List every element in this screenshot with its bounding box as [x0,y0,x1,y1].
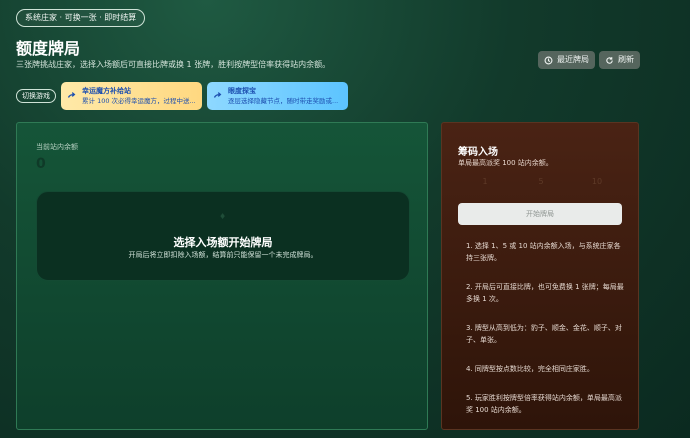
status-pill: 系统庄家 · 可换一张 · 即时结算 [16,9,146,27]
rule-item: 1. 选择 1、5 或 10 站内余额入场，与系统庄家各持三张牌。 [466,242,621,262]
game-card-desc: 累计 100 次必得幸运魔方，过程中送... [82,97,196,105]
page-subtitle: 三张牌挑战庄家，选择入场额后可直接比牌或换 1 张牌，胜利按牌型倍率获得站内余额… [16,60,331,69]
chip-option-10[interactable]: 10 [582,175,612,189]
game-card-title: 幸运魔方补给站 [82,87,131,95]
table-desc: 开局后将立即扣除入场额，结算前只能保留一个未完成牌局。 [128,251,318,259]
chip-option-1[interactable]: 1 [470,175,500,189]
card-table: ♦ 选择入场额开始牌局 开局后将立即扣除入场额，结算前只能保留一个未完成牌局。 [36,191,410,281]
page-title: 额度牌局 [16,39,81,58]
rules-list: 1. 选择 1、5 或 10 站内余额入场，与系统庄家各持三张牌。 2. 开局后… [466,240,626,433]
switch-game-button[interactable]: 切换游戏 [16,89,56,103]
rule-item: 2. 开局后可直接比牌，也可免费换 1 张牌；每局最多换 1 次。 [466,283,624,303]
game-card-desc: 逐层选择隐藏节点，随时带走奖励或... [228,97,339,105]
rule-item: 4. 同牌型按点数比较，完全相同庄家胜。 [466,365,594,373]
balance-label: 当前站内余额 [36,143,78,151]
history-icon [544,56,553,64]
chip-entry-panel: 筹码入场 单局最高派奖 100 站内余额。 1 5 10 开始牌局 1. 选择 … [441,122,639,430]
chip-option-5[interactable]: 5 [526,175,556,189]
table-title: 选择入场额开始牌局 [173,236,273,249]
arrow-right-icon [213,92,222,98]
balance-value: 0 [36,156,46,172]
rule-item: 3. 牌型从高到低为：豹子、顺金、金花、顺子、对子、单张。 [466,324,622,344]
game-card-lucky-cube[interactable]: 幸运魔方补给站 累计 100 次必得幸运魔方，过程中送... [61,82,202,110]
game-card-treasure[interactable]: 眼度探宝 逐层选择隐藏节点，随时带走奖励或... [207,82,348,110]
rule-item: 5. 玩家胜利按牌型倍率获得站内余额，单局最高派奖 100 站内余额。 [466,394,622,414]
table-marker-icon: ♦ [219,212,227,221]
chip-panel-subtitle: 单局最高派奖 100 站内余额。 [458,159,553,167]
start-game-button[interactable]: 开始牌局 [458,203,622,225]
refresh-label: 刷新 [618,55,634,64]
arrow-right-icon [67,92,76,98]
game-card-title: 眼度探宝 [228,87,256,95]
refresh-icon [606,56,613,64]
recent-games-button[interactable]: 最近牌局 [538,51,595,69]
game-table-panel: 当前站内余额 0 ♦ 选择入场额开始牌局 开局后将立即扣除入场额，结算前只能保留… [16,122,428,430]
refresh-button[interactable]: 刷新 [599,51,640,69]
chip-panel-title: 筹码入场 [458,147,498,158]
recent-games-label: 最近牌局 [557,55,589,64]
